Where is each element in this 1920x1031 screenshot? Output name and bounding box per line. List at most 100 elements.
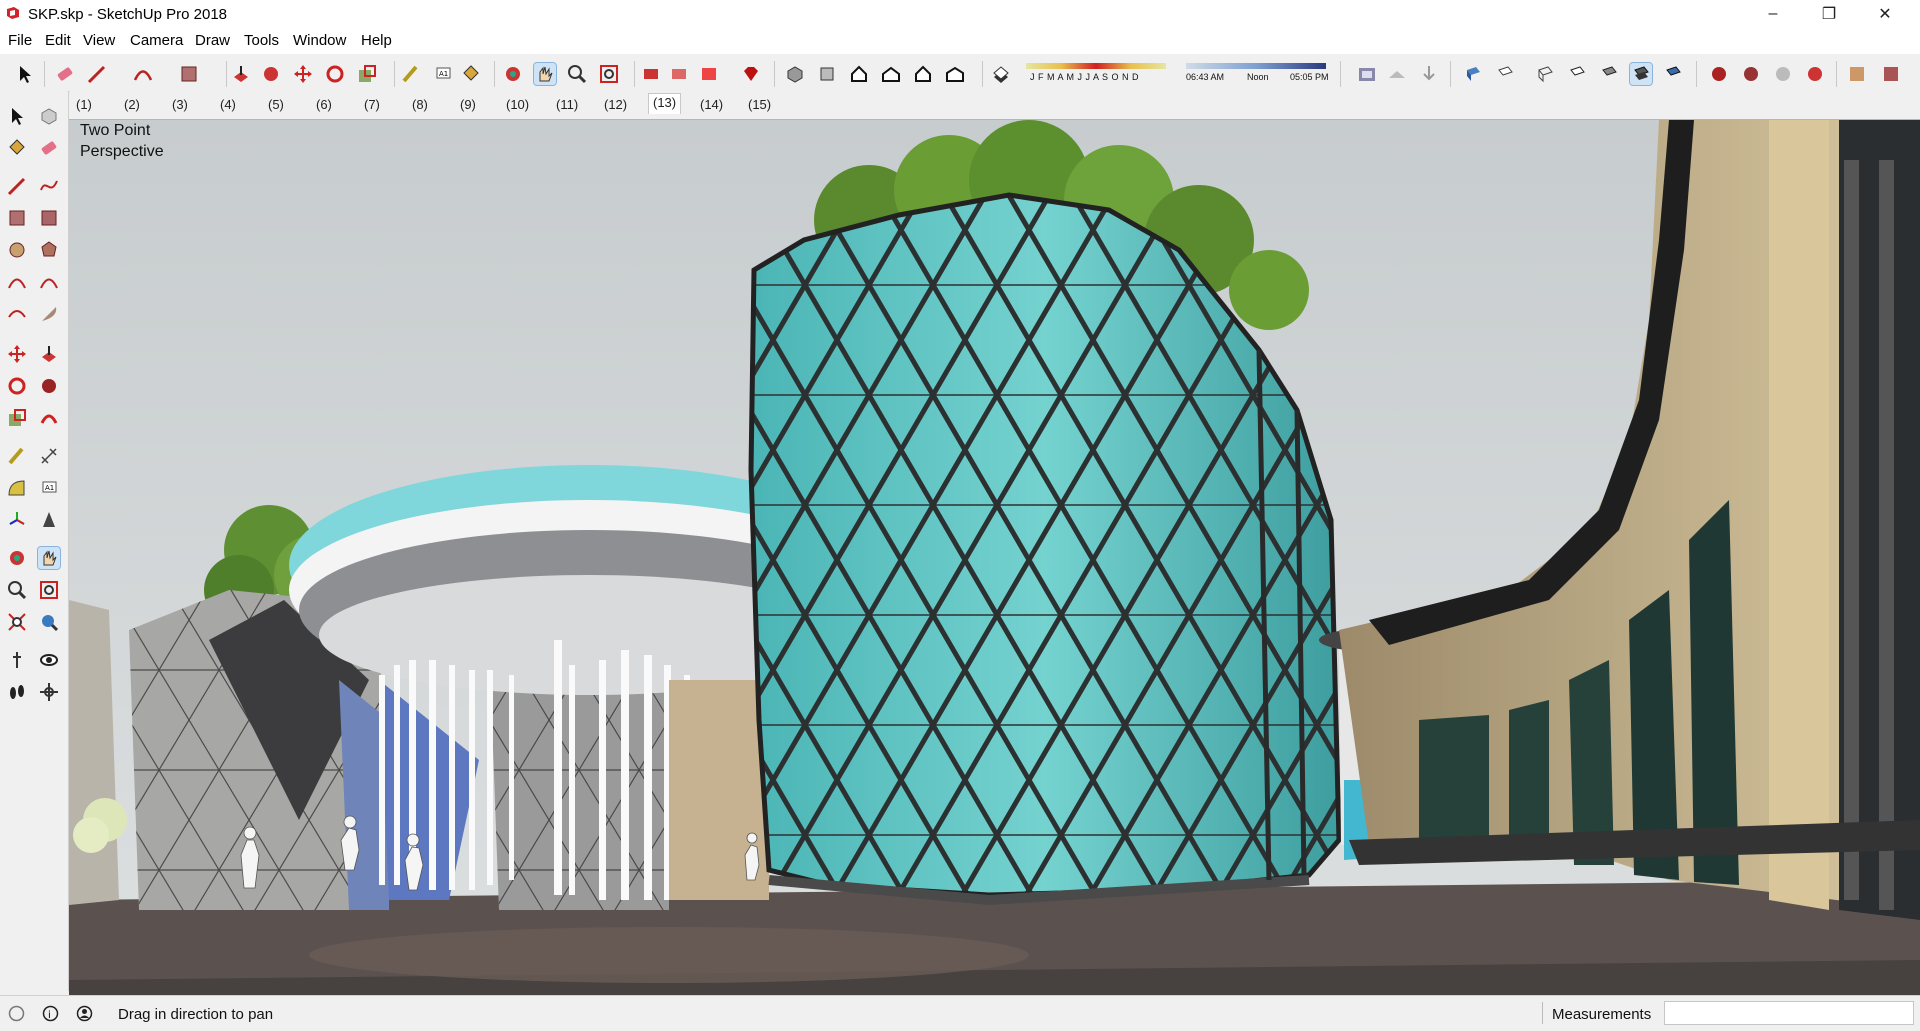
ruby-icon[interactable]: [740, 63, 762, 85]
rotate-tool-icon[interactable]: [6, 375, 28, 397]
zoom-window-tool-icon[interactable]: [38, 579, 60, 601]
scene-tab-8[interactable]: (8): [412, 96, 428, 116]
zoom-extents-icon[interactable]: [598, 63, 620, 85]
scene-tab-5[interactable]: (5): [268, 96, 284, 116]
wireframe-icon[interactable]: [1534, 63, 1556, 85]
scene-tab-10[interactable]: (10): [506, 96, 529, 116]
text-icon[interactable]: A1: [432, 63, 454, 85]
interact-icon[interactable]: [1804, 63, 1826, 85]
menu-help[interactable]: Help: [361, 32, 392, 49]
protractor-tool-icon[interactable]: [6, 477, 28, 499]
move-tool-icon[interactable]: [6, 343, 28, 365]
tape-measure-icon[interactable]: [400, 63, 422, 85]
three-point-arc-tool-icon[interactable]: [6, 303, 28, 325]
menu-draw[interactable]: Draw: [195, 32, 230, 49]
circle-tool-icon[interactable]: [6, 239, 28, 261]
geo-location-icon[interactable]: [8, 1005, 25, 1022]
scene-tab-9[interactable]: (9): [460, 96, 476, 116]
freehand-tool-icon[interactable]: [38, 175, 60, 197]
look-around-icon[interactable]: [38, 649, 60, 671]
tape-measure-tool-icon[interactable]: [6, 445, 28, 467]
scene-tab-12[interactable]: (12): [604, 96, 627, 116]
top-view-icon[interactable]: [816, 63, 838, 85]
paint-tool-icon[interactable]: [6, 137, 28, 159]
shadows-toggle-icon[interactable]: [990, 63, 1012, 85]
line-icon[interactable]: [86, 63, 108, 85]
component-options-icon[interactable]: [1740, 63, 1762, 85]
scene-tab-13[interactable]: (13): [648, 93, 682, 114]
menu-window[interactable]: Window: [293, 32, 346, 49]
right-view-icon[interactable]: [880, 63, 902, 85]
scale-icon[interactable]: [356, 63, 378, 85]
eraser-icon[interactable]: [54, 63, 76, 85]
zoom-tool-icon[interactable]: [6, 579, 28, 601]
menu-tools[interactable]: Tools: [244, 32, 279, 49]
zoom-extents-tool-icon[interactable]: [6, 611, 28, 633]
paint-bucket-icon[interactable]: [460, 63, 482, 85]
rotate-icon[interactable]: [324, 63, 346, 85]
layout-icon[interactable]: [698, 63, 720, 85]
pan-icon[interactable]: [533, 62, 557, 86]
dynamic-components-icon[interactable]: [1708, 63, 1730, 85]
arc-tool-icon[interactable]: [6, 271, 28, 293]
shaded-icon[interactable]: [1598, 63, 1620, 85]
component-attributes-icon[interactable]: [1772, 63, 1794, 85]
make-component-icon[interactable]: [38, 105, 60, 127]
previous-view-icon[interactable]: [38, 611, 60, 633]
scene-tab-11[interactable]: (11): [556, 96, 578, 116]
move-icon[interactable]: [292, 63, 314, 85]
pie-tool-icon[interactable]: [38, 303, 60, 325]
scene-tab-1[interactable]: (1): [76, 96, 92, 116]
scene-tab-2[interactable]: (2): [124, 96, 140, 116]
eraser-tool-icon[interactable]: [38, 137, 60, 159]
menu-view[interactable]: View: [83, 32, 115, 49]
left-view-icon[interactable]: [944, 63, 966, 85]
scene-tab-7[interactable]: (7): [364, 96, 380, 116]
back-view-icon[interactable]: [912, 63, 934, 85]
polygon-tool-icon[interactable]: [38, 239, 60, 261]
select-icon[interactable]: [14, 63, 36, 85]
monochrome-icon[interactable]: [1662, 63, 1684, 85]
pan-tool-icon[interactable]: [37, 546, 61, 570]
menu-file[interactable]: File: [8, 32, 32, 49]
push-pull-tool-icon[interactable]: [38, 343, 60, 365]
menu-camera[interactable]: Camera: [130, 32, 183, 49]
select-tool-icon[interactable]: [6, 105, 28, 127]
scenes-icon[interactable]: [1356, 63, 1378, 85]
materials-icon[interactable]: [1846, 63, 1868, 85]
scene-tab-14[interactable]: (14): [700, 96, 723, 116]
close-button[interactable]: ✕: [1862, 0, 1908, 28]
follow-me-icon[interactable]: [260, 63, 282, 85]
credits-icon[interactable]: i: [42, 1005, 59, 1022]
two-point-arc-tool-icon[interactable]: [38, 271, 60, 293]
minimize-button[interactable]: –: [1750, 0, 1796, 28]
dimension-tool-icon[interactable]: [38, 445, 60, 467]
scale-tool-icon[interactable]: [6, 407, 28, 429]
scene-tab-15[interactable]: (15): [748, 96, 771, 116]
user-account-icon[interactable]: [76, 1005, 93, 1022]
follow-me-tool-icon[interactable]: [38, 375, 60, 397]
arc-icon[interactable]: [132, 63, 154, 85]
zoom-icon[interactable]: [566, 63, 588, 85]
offset-tool-icon[interactable]: [38, 407, 60, 429]
restore-button[interactable]: ❐: [1806, 0, 1852, 28]
text-tool-icon[interactable]: A1: [38, 477, 60, 499]
shadow-month-slider[interactable]: [1026, 63, 1166, 69]
xray-icon[interactable]: [1462, 63, 1484, 85]
hidden-line-icon[interactable]: [1566, 63, 1588, 85]
front-view-icon[interactable]: [848, 63, 870, 85]
shadow-time-slider[interactable]: [1186, 63, 1326, 69]
3d-text-tool-icon[interactable]: [38, 509, 60, 531]
textures-icon[interactable]: [1880, 63, 1902, 85]
sandbox-icon[interactable]: [1386, 63, 1408, 85]
scene-tab-4[interactable]: (4): [220, 96, 236, 116]
push-pull-icon[interactable]: [230, 63, 252, 85]
back-edges-icon[interactable]: [1494, 63, 1516, 85]
iso-view-icon[interactable]: [784, 63, 806, 85]
orbit-tool-icon[interactable]: [6, 547, 28, 569]
rectangle-icon[interactable]: [178, 63, 200, 85]
warehouse-icon[interactable]: [640, 63, 662, 85]
rotated-rectangle-tool-icon[interactable]: [38, 207, 60, 229]
scene-tab-3[interactable]: (3): [172, 96, 188, 116]
extension-warehouse-icon[interactable]: [668, 63, 690, 85]
